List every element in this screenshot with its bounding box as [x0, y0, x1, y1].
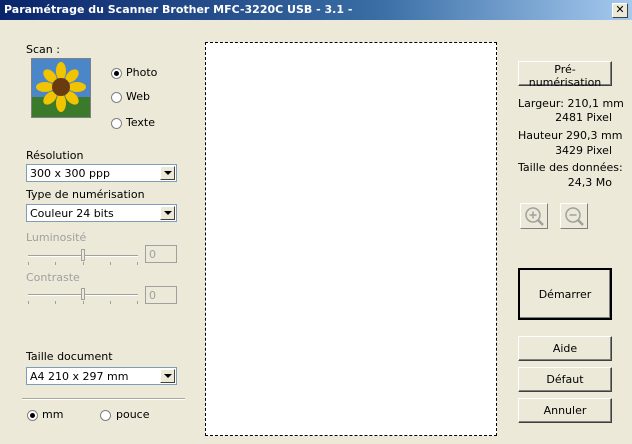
document-size-select[interactable]: A4 210 x 297 mm — [26, 367, 177, 385]
sunflower-icon — [32, 59, 90, 117]
divider — [22, 398, 185, 400]
radio-web[interactable] — [111, 92, 122, 103]
radio-texte-label[interactable]: Texte — [126, 116, 155, 129]
window-title: Paramétrage du Scanner Brother MFC-3220C… — [4, 3, 353, 16]
chevron-down-icon[interactable] — [160, 206, 175, 220]
contrast-tick — [55, 301, 56, 304]
brightness-tick — [137, 262, 138, 265]
contrast-value: 0 — [149, 289, 156, 302]
zoom-in-icon — [525, 207, 544, 226]
radio-texte[interactable] — [111, 118, 122, 129]
resolution-select[interactable]: 300 x 300 ppp — [26, 164, 177, 182]
brightness-tick — [83, 262, 84, 265]
data-size-label: Taille des données: — [518, 161, 623, 174]
sunflower-image — [31, 58, 91, 118]
scan-type-label: Type de numérisation — [26, 188, 145, 201]
contrast-label: Contraste — [26, 271, 80, 284]
radio-web-label[interactable]: Web — [126, 90, 150, 103]
contrast-tick — [110, 301, 111, 304]
radio-pouce[interactable] — [100, 410, 111, 421]
width-line1: Largeur: 210,1 mm — [518, 97, 624, 110]
resolution-value: 300 x 300 ppp — [30, 167, 110, 180]
contrast-slider-thumb — [81, 288, 85, 300]
scan-type-select[interactable]: Couleur 24 bits — [26, 204, 177, 222]
chevron-down-icon[interactable] — [160, 369, 175, 383]
default-button-label: Défaut — [546, 373, 584, 386]
start-button[interactable]: Démarrer — [518, 268, 612, 320]
start-button-label: Démarrer — [538, 287, 592, 301]
help-button-label: Aide — [552, 342, 578, 355]
height-line2: 3429 Pixel — [555, 144, 612, 157]
brightness-slider-thumb — [81, 249, 85, 261]
radio-mm[interactable] — [27, 410, 38, 421]
document-size-label: Taille document — [26, 350, 113, 363]
preview-area[interactable] — [205, 42, 497, 436]
radio-photo-label[interactable]: Photo — [126, 66, 157, 79]
brightness-tick — [110, 262, 111, 265]
contrast-tick — [137, 301, 138, 304]
prescan-button-label: Pré-numérisation — [528, 63, 602, 89]
brightness-input: 0 — [145, 245, 177, 263]
radio-pouce-label[interactable]: pouce — [116, 408, 150, 421]
brightness-label: Luminosité — [26, 231, 87, 244]
height-line1: Hauteur 290,3 mm — [518, 129, 623, 142]
chevron-down-icon[interactable] — [160, 166, 175, 180]
scan-label: Scan : — [26, 43, 60, 56]
data-size-value: 24,3 Mo — [567, 176, 612, 189]
close-button[interactable]: ✕ — [612, 3, 628, 18]
scan-type-value: Couleur 24 bits — [30, 207, 114, 220]
document-size-value: A4 210 x 297 mm — [30, 370, 129, 383]
brightness-value: 0 — [149, 248, 156, 261]
zoom-out-button[interactable] — [560, 203, 588, 229]
zoom-in-button[interactable] — [520, 203, 548, 229]
contrast-tick — [83, 301, 84, 304]
radio-photo[interactable] — [111, 68, 122, 79]
contrast-input: 0 — [145, 286, 177, 304]
brightness-tick — [55, 262, 56, 265]
default-button[interactable]: Défaut — [518, 367, 612, 392]
cancel-button[interactable]: Annuler — [518, 398, 612, 423]
help-button[interactable]: Aide — [518, 336, 612, 361]
title-bar: Paramétrage du Scanner Brother MFC-3220C… — [0, 0, 632, 20]
radio-mm-label[interactable]: mm — [42, 408, 63, 421]
width-line2: 2481 Pixel — [555, 111, 612, 124]
close-icon: ✕ — [615, 3, 625, 16]
resolution-label: Résolution — [26, 149, 84, 162]
contrast-tick — [28, 301, 29, 304]
zoom-out-icon — [565, 207, 584, 226]
brightness-tick — [28, 262, 29, 265]
prescan-button[interactable]: Pré-numérisation — [518, 61, 612, 89]
cancel-button-label: Annuler — [543, 404, 587, 417]
